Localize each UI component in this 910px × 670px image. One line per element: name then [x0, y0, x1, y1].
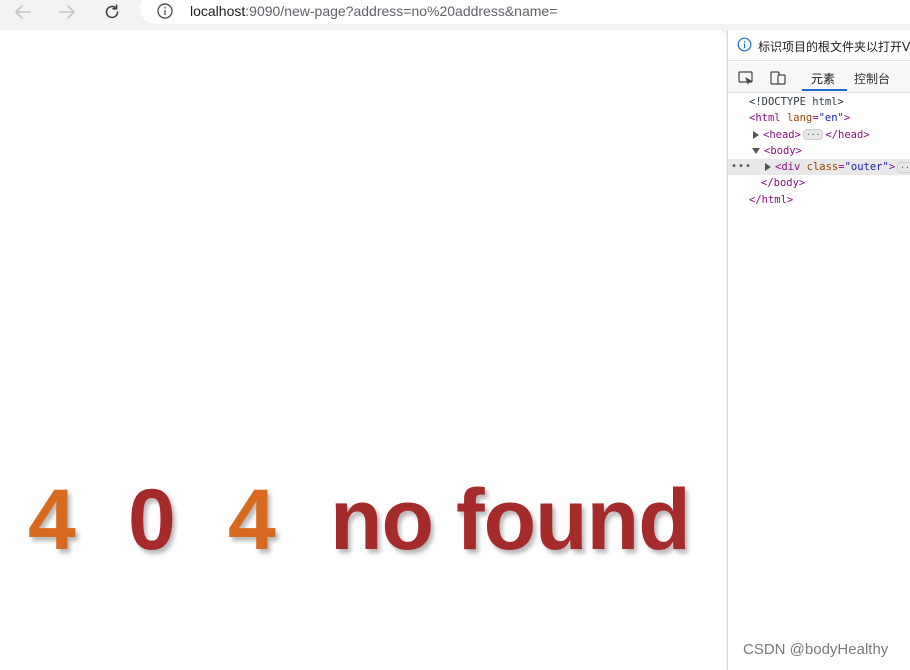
- dom-body-open: <body>: [764, 144, 802, 157]
- dom-html-attr-value: "en": [818, 112, 844, 125]
- dom-line-body[interactable]: <body>: [728, 143, 910, 159]
- collapse-triangle-icon[interactable]: [752, 147, 760, 154]
- forward-button[interactable]: [52, 0, 82, 24]
- dom-div-open: <div: [775, 161, 801, 174]
- dom-line-div[interactable]: ••• <div class="outer">···: [728, 159, 910, 176]
- dom-line-head[interactable]: <head> ··· </head>: [728, 127, 910, 143]
- dom-tree: <!DOCTYPE html> <html lang="en"> <head> ·…: [728, 94, 910, 208]
- digit-four-first: 4: [28, 472, 76, 568]
- reload-icon: [105, 4, 119, 19]
- url-text[interactable]: localhost:9090/new-page?address=no%20add…: [190, 3, 557, 19]
- dom-collapsed-ellipsis[interactable]: ···: [897, 161, 910, 173]
- tab-elements[interactable]: 元素: [811, 70, 835, 87]
- dom-gt: >: [843, 112, 851, 125]
- dom-line-body-close[interactable]: </body>: [728, 175, 910, 191]
- browser-toolbar: localhost:9090/new-page?address=no%20add…: [0, 0, 910, 28]
- dom-html-attr: lang: [786, 112, 813, 125]
- more-options-icon[interactable]: •••: [731, 159, 752, 175]
- dom-head-open: <head>: [763, 128, 801, 141]
- url-path: :9090/new-page?address=no%20address&name…: [245, 3, 558, 19]
- devtools-panel: 标识项目的根文件夹以打开V 元素 控制台 <!DOCTYPE html> <ht…: [727, 30, 910, 670]
- info-icon[interactable]: [156, 2, 174, 20]
- dom-html-close: </html>: [749, 193, 794, 206]
- reload-button[interactable]: [97, 0, 127, 24]
- dom-line-doctype[interactable]: <!DOCTYPE html>: [728, 94, 910, 110]
- digit-zero: 0: [128, 472, 176, 568]
- dom-body-close: </body>: [761, 177, 806, 190]
- url-host: localhost: [190, 3, 246, 19]
- dom-line-html-close[interactable]: </html>: [728, 192, 910, 208]
- expand-triangle-icon[interactable]: [765, 163, 771, 172]
- device-toolbar-icon[interactable]: [769, 69, 787, 87]
- dom-head-close: </head>: [825, 128, 870, 141]
- info-icon: [737, 37, 752, 52]
- dom-collapsed-ellipsis[interactable]: ···: [802, 129, 824, 141]
- digit-four-second: 4: [228, 472, 276, 568]
- dom-div-attr: class: [806, 161, 839, 174]
- back-button[interactable]: [8, 0, 38, 24]
- dom-div-attr-value: "outer": [844, 161, 889, 174]
- tab-console[interactable]: 控制台: [854, 70, 890, 87]
- devtools-banner: 标识项目的根文件夹以打开V: [728, 30, 910, 61]
- active-tab-indicator: [802, 89, 847, 91]
- csdn-watermark: CSDN @bodyHealthy: [743, 641, 889, 658]
- not-found-message: no found: [330, 472, 691, 568]
- devtools-banner-text: 标识项目的根文件夹以打开V: [758, 40, 910, 54]
- dom-html-tag: <html: [749, 112, 781, 125]
- inspect-element-icon[interactable]: [737, 69, 755, 87]
- page-viewport: 4 0 4 no found: [0, 30, 726, 670]
- arrow-left-icon: [15, 5, 31, 19]
- dom-doctype: <!DOCTYPE html>: [749, 96, 844, 108]
- address-bar[interactable]: localhost:9090/new-page?address=no%20add…: [140, 0, 910, 24]
- arrow-right-icon: [59, 5, 75, 19]
- expand-triangle-icon[interactable]: [753, 130, 759, 139]
- not-found-heading: 4 0 4 no found: [28, 470, 691, 570]
- dom-line-html[interactable]: <html lang="en">: [728, 110, 910, 126]
- dom-gt: >: [888, 161, 896, 174]
